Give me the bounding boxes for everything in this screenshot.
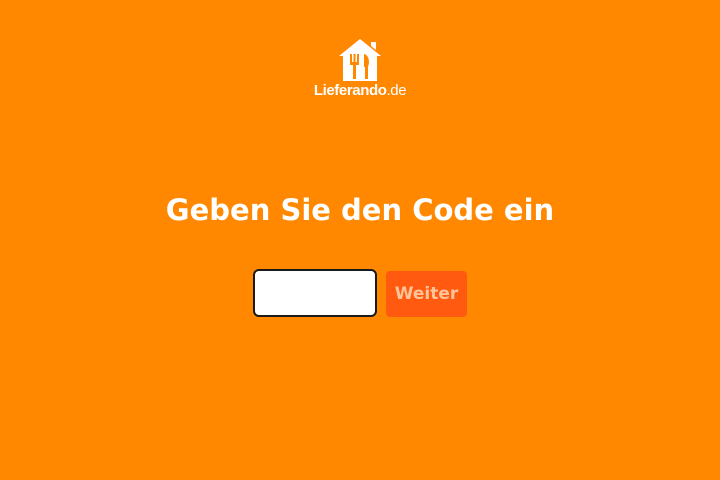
page-title: Geben Sie den Code ein [165, 193, 555, 227]
house-with-cutlery-icon [339, 39, 381, 81]
logo-wordmark: Lieferando.de [300, 82, 420, 100]
verification-page: Lieferando.de Geben Sie den Code ein Wei… [0, 0, 720, 480]
code-input[interactable] [253, 269, 377, 317]
continue-button[interactable]: Weiter [386, 271, 467, 317]
lieferando-logo: Lieferando.de [300, 38, 420, 100]
logo-brand-name: Lieferando [313, 82, 387, 99]
logo-tld: .de [386, 82, 407, 99]
